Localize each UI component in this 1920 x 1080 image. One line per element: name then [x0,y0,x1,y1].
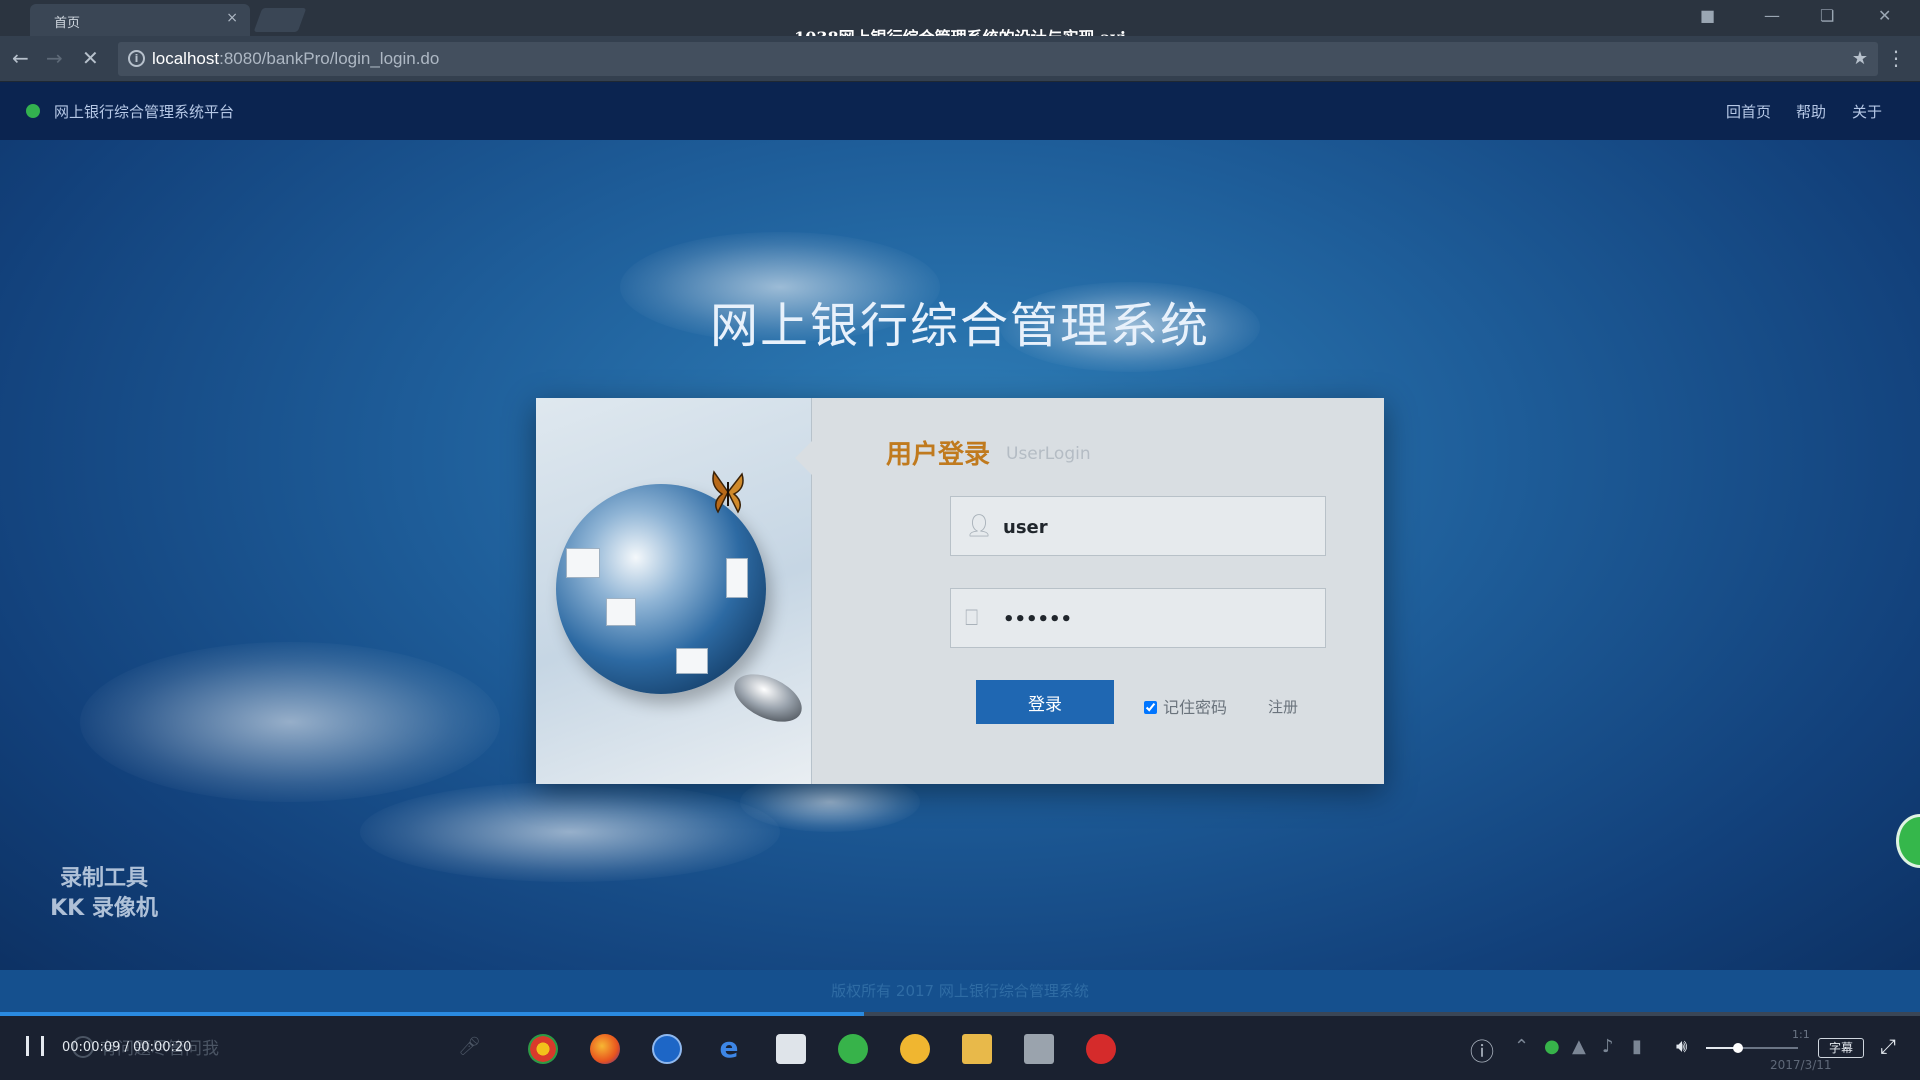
tray-speaker-icon[interactable]: ♪ [1602,1036,1614,1057]
nav-help-link[interactable]: 帮助 [1796,101,1826,122]
remember-password-checkbox[interactable] [1144,701,1157,714]
help-icon[interactable]: ⓘ [1470,1032,1494,1067]
site-name: 网上银行综合管理系统平台 [54,103,235,121]
username-input[interactable] [1003,507,1313,547]
forward-icon[interactable]: → [46,46,63,70]
back-icon[interactable]: ← [12,46,29,70]
remember-password-label: 记住密码 [1163,698,1228,717]
puzzle-piece-icon [676,648,708,674]
volume-icon[interactable]: 🔊︎ [1676,1036,1687,1057]
page-content: 网上银行综合管理系统平台 回首页 帮助 关于 网上银行综合管理系统 用户登录 U… [0,82,1920,1012]
recorder-watermark: 录制工具 KK 录像机 [34,864,174,924]
qq-icon[interactable] [900,1034,930,1064]
notepad-icon[interactable] [1024,1034,1054,1064]
url-path: :8080/bankPro/login_login.do [219,49,440,68]
subtitle-button[interactable]: 字幕 [1818,1038,1864,1058]
login-illustration [536,398,812,784]
nav-home-link[interactable]: 回首页 [1726,101,1771,122]
puzzle-piece-icon [726,558,748,598]
stop-loading-icon[interactable]: ✕ [82,46,99,70]
register-link[interactable]: 注册 [1268,696,1298,717]
login-panel: 用户登录 UserLogin 👤︎ ⎕ 登录 记住密码 注册 [536,398,1384,784]
butterfly-icon [712,470,744,514]
restore-icon[interactable]: ❏ [1820,6,1834,25]
page-footer: 版权所有 2017 网上银行综合管理系统 [0,970,1920,1012]
file-explorer-icon[interactable] [962,1034,992,1064]
tray-network-icon[interactable]: ▲ [1572,1036,1586,1057]
cloud-decoration [360,782,780,882]
computer-mouse-icon [726,664,810,732]
playback-time: 00:00:09 / 00:00:20 [62,1040,192,1055]
sogou-browser-icon[interactable] [652,1034,682,1064]
lock-icon: ⎕ [965,606,979,631]
username-field[interactable]: 👤︎ [950,496,1326,556]
tray-expand-icon[interactable]: ⌃ [1514,1036,1529,1057]
browser-toolbar: ← → ✕ i localhost:8080/bankPro/login_log… [0,36,1920,82]
login-title: 用户登录 [886,440,991,470]
url-text: localhost:8080/bankPro/login_login.do [152,49,439,69]
puzzle-piece-icon [566,548,600,578]
login-button[interactable]: 登录 [976,680,1114,724]
bookmark-star-icon[interactable]: ★ [1852,48,1868,69]
store-icon[interactable] [776,1034,806,1064]
info-icon[interactable]: i [128,50,145,67]
360-browser-icon[interactable] [838,1034,868,1064]
address-bar[interactable]: i localhost:8080/bankPro/login_login.do … [118,42,1878,76]
watermark-line2: KK 录像机 [50,896,158,921]
watermark-line1: 录制工具 [59,866,148,891]
microphone-icon[interactable]: 🎤︎ [458,1036,481,1057]
close-window-icon[interactable]: ✕ [1878,6,1891,25]
system-date: 2017/3/11 [1770,1058,1832,1072]
video-player-bar: 有问题尽管问我 00:00:09 / 00:00:20 🎤︎ e ⓘ ⌃ ● ▲… [0,1016,1920,1080]
cloud-decoration [80,642,500,802]
user-icon: 👤︎ [965,514,993,539]
firefox-icon[interactable] [590,1034,620,1064]
nav-about-link[interactable]: 关于 [1852,101,1882,122]
edge-icon[interactable]: e [714,1034,744,1064]
tray-360-icon[interactable]: ● [1544,1036,1560,1057]
playback-speed[interactable]: 1:1 [1792,1028,1810,1041]
volume-knob[interactable] [1733,1043,1744,1053]
site-logo-icon [26,104,40,118]
chrome-icon[interactable] [528,1034,558,1064]
recorder-app-icon[interactable] [1086,1034,1116,1064]
volume-slider[interactable] [1706,1043,1798,1053]
floating-chat-button[interactable] [1896,814,1920,868]
system-title: 网上银行综合管理系统 [709,298,1210,354]
puzzle-piece-icon [606,598,636,626]
tray-battery-icon[interactable]: ▮ [1632,1036,1642,1057]
fullscreen-icon[interactable]: ⤢ [1880,1034,1896,1058]
password-input[interactable] [1003,599,1313,639]
minimize-icon[interactable]: — [1764,6,1780,25]
browser-menu-icon[interactable]: ⋮ [1886,46,1906,70]
url-host: localhost [152,49,220,68]
remember-password[interactable]: 记住密码 [1144,694,1227,718]
profile-icon[interactable]: ■ [1700,6,1715,25]
site-header: 网上银行综合管理系统平台 回首页 帮助 关于 [0,82,1920,140]
pause-icon[interactable] [22,1034,48,1058]
login-subtitle: UserLogin [1006,444,1091,464]
password-field[interactable]: ⎕ [950,588,1326,648]
